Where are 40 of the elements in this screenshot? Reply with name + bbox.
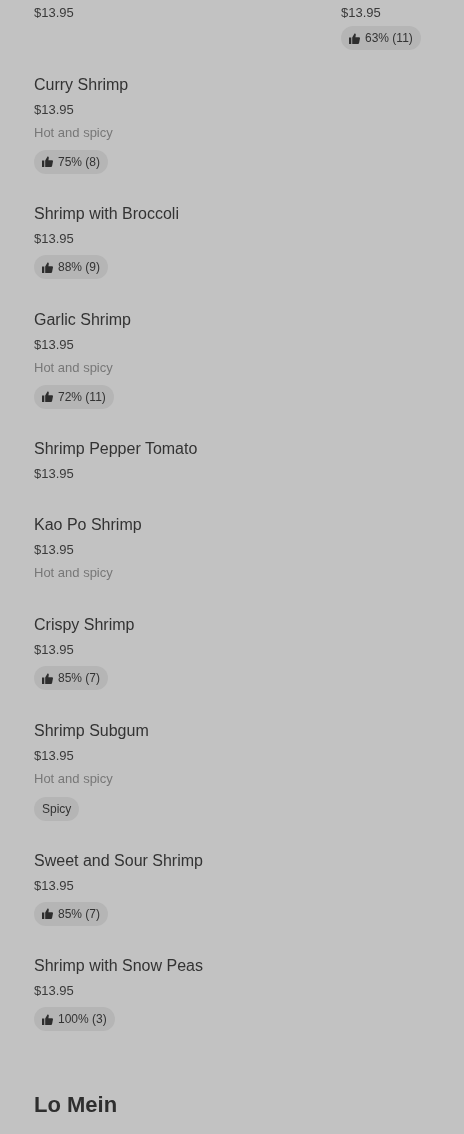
item-name: Shrimp Subgum bbox=[34, 720, 150, 741]
rating-badge: 85% (7) bbox=[34, 901, 109, 926]
item-name: Shrimp Pepper Tomato bbox=[34, 439, 199, 459]
item-price: $13.95 bbox=[34, 641, 75, 659]
item-name: Garlic Shrimp bbox=[34, 309, 132, 330]
tag-badge: Spicy bbox=[34, 796, 80, 821]
item-price: $13.95 bbox=[34, 4, 75, 22]
item-name: Crispy Shrimp bbox=[34, 615, 136, 635]
section-heading: Lo Mein bbox=[34, 1090, 119, 1119]
thumbs-up-icon bbox=[42, 908, 53, 919]
rating-badge: 88% (9) bbox=[34, 255, 109, 279]
item-price: $13.95 bbox=[34, 746, 75, 765]
rating-badge: 100% (3) bbox=[34, 1007, 115, 1031]
item-price: $13.95 bbox=[34, 100, 75, 119]
rating-badge: 72% (11) bbox=[34, 384, 114, 409]
item-price: $13.95 bbox=[34, 876, 75, 895]
item-price: $13.95 bbox=[34, 465, 75, 483]
item-price: $13.95 bbox=[34, 541, 75, 559]
item-price: $13.95 bbox=[34, 230, 75, 248]
item-name: Sweet and Sour Shrimp bbox=[34, 850, 204, 871]
item-description: Hot and spicy bbox=[34, 358, 114, 377]
thumbs-up-icon bbox=[42, 391, 53, 402]
thumbs-up-icon bbox=[42, 1013, 53, 1025]
item-price: $13.95 bbox=[34, 982, 75, 1000]
item-name: Curry Shrimp bbox=[34, 74, 130, 95]
rating-badge: 75% (8) bbox=[34, 149, 109, 174]
item-name: Kao Po Shrimp bbox=[34, 515, 143, 535]
item-description: Hot and spicy bbox=[34, 769, 114, 788]
rating-badge: 63% (11) bbox=[341, 26, 421, 50]
thumbs-up-icon bbox=[42, 261, 53, 273]
item-name: Shrimp with Snow Peas bbox=[34, 956, 204, 976]
thumbs-up-icon bbox=[42, 672, 53, 684]
thumbs-up-icon bbox=[349, 32, 360, 44]
item-price: $13.95 bbox=[341, 4, 382, 22]
item-price: $13.95 bbox=[34, 335, 75, 354]
rating-badge: 85% (7) bbox=[34, 666, 109, 690]
item-description: Hot and spicy bbox=[34, 123, 114, 142]
item-description: Hot and spicy bbox=[34, 564, 114, 582]
thumbs-up-icon bbox=[42, 156, 53, 167]
item-name: Shrimp with Broccoli bbox=[34, 204, 180, 224]
